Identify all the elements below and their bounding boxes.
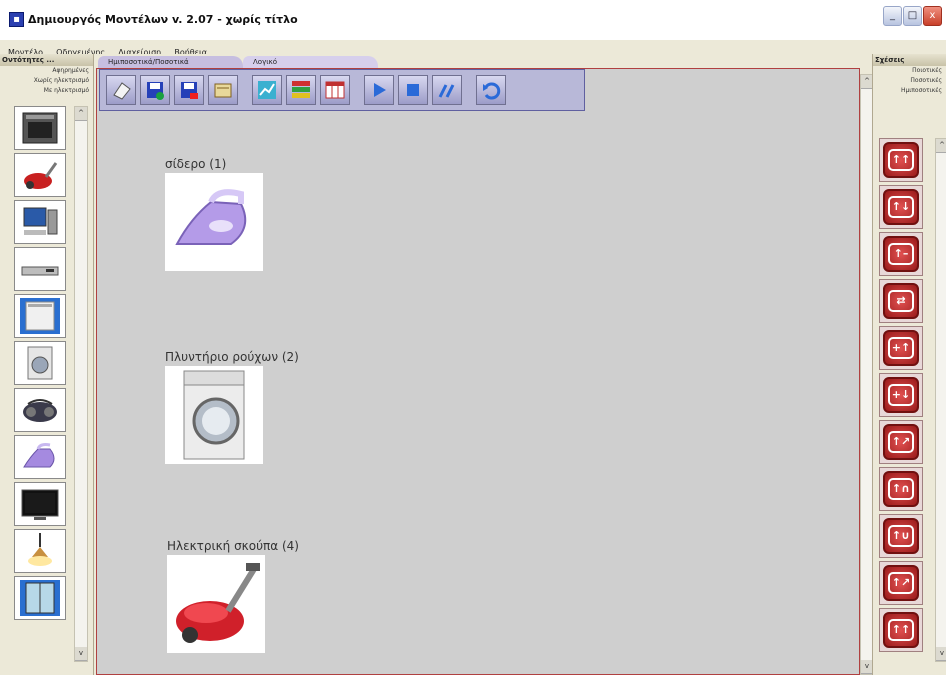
model-area: Ημιποσοτικά/Ποσοτικά Λογικό σίδερο (1) Π… xyxy=(94,54,874,675)
relations-quantitative[interactable]: Ποσοτικές xyxy=(873,76,946,86)
relation-up-valley-icon[interactable]: ↑∪ xyxy=(879,514,923,558)
relation-up-down-icon[interactable]: ↑↓ xyxy=(879,185,923,229)
maximize-button[interactable]: □ xyxy=(903,6,922,26)
iron-icon[interactable] xyxy=(14,435,66,479)
entities-scrollbar[interactable]: ^ v xyxy=(74,106,88,662)
relations-icon-list: ↑↑ ↑↓ ↑– ⇄ +↑ +↓ ↑↗ ↑∩ ↑∪ ↑↗ ↑↑ xyxy=(879,138,929,655)
entities-no-electricity[interactable]: Χωρίς ηλεκτρισμό xyxy=(0,76,93,86)
device-label: Ηλεκτρική σκούπα (4) xyxy=(167,539,299,553)
relations-scroll-down[interactable]: v xyxy=(936,647,946,661)
entities-electricity[interactable]: Με ηλεκτρισμό xyxy=(0,86,93,96)
open-icon[interactable] xyxy=(208,75,238,105)
relation-up-rise-icon[interactable]: ↑↗ xyxy=(879,420,923,464)
iron-icon[interactable] xyxy=(165,173,263,271)
relation-up-none-icon[interactable]: ↑– xyxy=(879,232,923,276)
relation-up-peak-icon[interactable]: ↑∩ xyxy=(879,467,923,511)
tab-semiquantitative[interactable]: Ημιποσοτικά/Ποσοτικά xyxy=(98,56,243,68)
entities-abstract[interactable]: Αφηρημένες xyxy=(0,66,93,76)
entities-scroll-down[interactable]: v xyxy=(75,647,87,661)
washing-machine-icon[interactable] xyxy=(165,366,263,464)
tv-icon[interactable] xyxy=(14,482,66,526)
device-iron[interactable]: σίδερο (1) xyxy=(165,157,263,271)
graph-icon[interactable] xyxy=(252,75,282,105)
chart-icon[interactable] xyxy=(286,75,316,105)
entities-scroll-up[interactable]: ^ xyxy=(75,107,87,121)
relation-up-up-2-icon[interactable]: ↑↑ xyxy=(879,608,923,652)
undo-icon[interactable] xyxy=(476,75,506,105)
dishwasher-icon[interactable] xyxy=(14,294,66,338)
relations-semiquantitative[interactable]: Ημιποσοτικές xyxy=(873,86,946,96)
play-icon[interactable] xyxy=(364,75,394,105)
device-vacuum[interactable]: Ηλεκτρική σκούπα (4) xyxy=(167,539,299,653)
dvd-player-icon[interactable] xyxy=(14,247,66,291)
menu-bar: Μοντέλο Οδηγεμένης Διαχείριση Βοήθεια xyxy=(0,40,946,57)
device-washing-machine[interactable]: Πλυντήριο ρούχων (2) xyxy=(165,350,299,464)
fridge-icon[interactable] xyxy=(14,576,66,620)
relations-scroll-up[interactable]: ^ xyxy=(936,139,946,153)
relations-header[interactable]: Σχέσεις xyxy=(873,54,946,66)
vacuum-icon[interactable] xyxy=(14,153,66,197)
relation-plus-down-icon[interactable]: +↓ xyxy=(879,373,923,417)
title-bar: ▪ Δημιουργός Μοντέλων v. 2.07 - χωρίς τί… xyxy=(0,0,946,40)
radio-icon[interactable] xyxy=(14,388,66,432)
oven-icon[interactable] xyxy=(14,106,66,150)
vacuum-icon[interactable] xyxy=(167,555,265,653)
relations-panel: Σχέσεις Ποιοτικές Ποσοτικές Ημιποσοτικές… xyxy=(872,54,946,675)
table-icon[interactable] xyxy=(320,75,350,105)
entities-header[interactable]: Οντότητες ... xyxy=(0,54,93,66)
relations-scrollbar[interactable]: ^ v xyxy=(935,138,946,662)
device-label: Πλυντήριο ρούχων (2) xyxy=(165,350,299,364)
entities-panel: Οντότητες ... Αφηρημένες Χωρίς ηλεκτρισμ… xyxy=(0,54,94,675)
relation-exchange-icon[interactable]: ⇄ xyxy=(879,279,923,323)
close-button[interactable]: x xyxy=(923,6,942,26)
washing-machine-icon[interactable] xyxy=(14,341,66,385)
step-icon[interactable] xyxy=(432,75,462,105)
relation-up-rise-2-icon[interactable]: ↑↗ xyxy=(879,561,923,605)
app-icon: ▪ xyxy=(9,12,24,27)
save-icon[interactable] xyxy=(140,75,170,105)
minimize-button[interactable]: _ xyxy=(883,6,902,26)
relation-plus-up-icon[interactable]: +↑ xyxy=(879,326,923,370)
entities-icon-list xyxy=(14,106,70,623)
new-icon[interactable] xyxy=(106,75,136,105)
toolbar xyxy=(99,69,585,111)
lamp-icon[interactable] xyxy=(14,529,66,573)
model-canvas[interactable]: σίδερο (1) Πλυντήριο ρούχων (2) Ηλεκτρικ… xyxy=(96,68,860,675)
stop-icon[interactable] xyxy=(398,75,428,105)
relation-up-up-icon[interactable]: ↑↑ xyxy=(879,138,923,182)
tab-logical[interactable]: Λογικό xyxy=(243,56,378,68)
relations-qualitative[interactable]: Ποιοτικές xyxy=(873,66,946,76)
computer-icon[interactable] xyxy=(14,200,66,244)
save-as-icon[interactable] xyxy=(174,75,204,105)
window-title: Δημιουργός Μοντέλων v. 2.07 - χωρίς τίτλ… xyxy=(28,13,298,26)
device-label: σίδερο (1) xyxy=(165,157,227,171)
